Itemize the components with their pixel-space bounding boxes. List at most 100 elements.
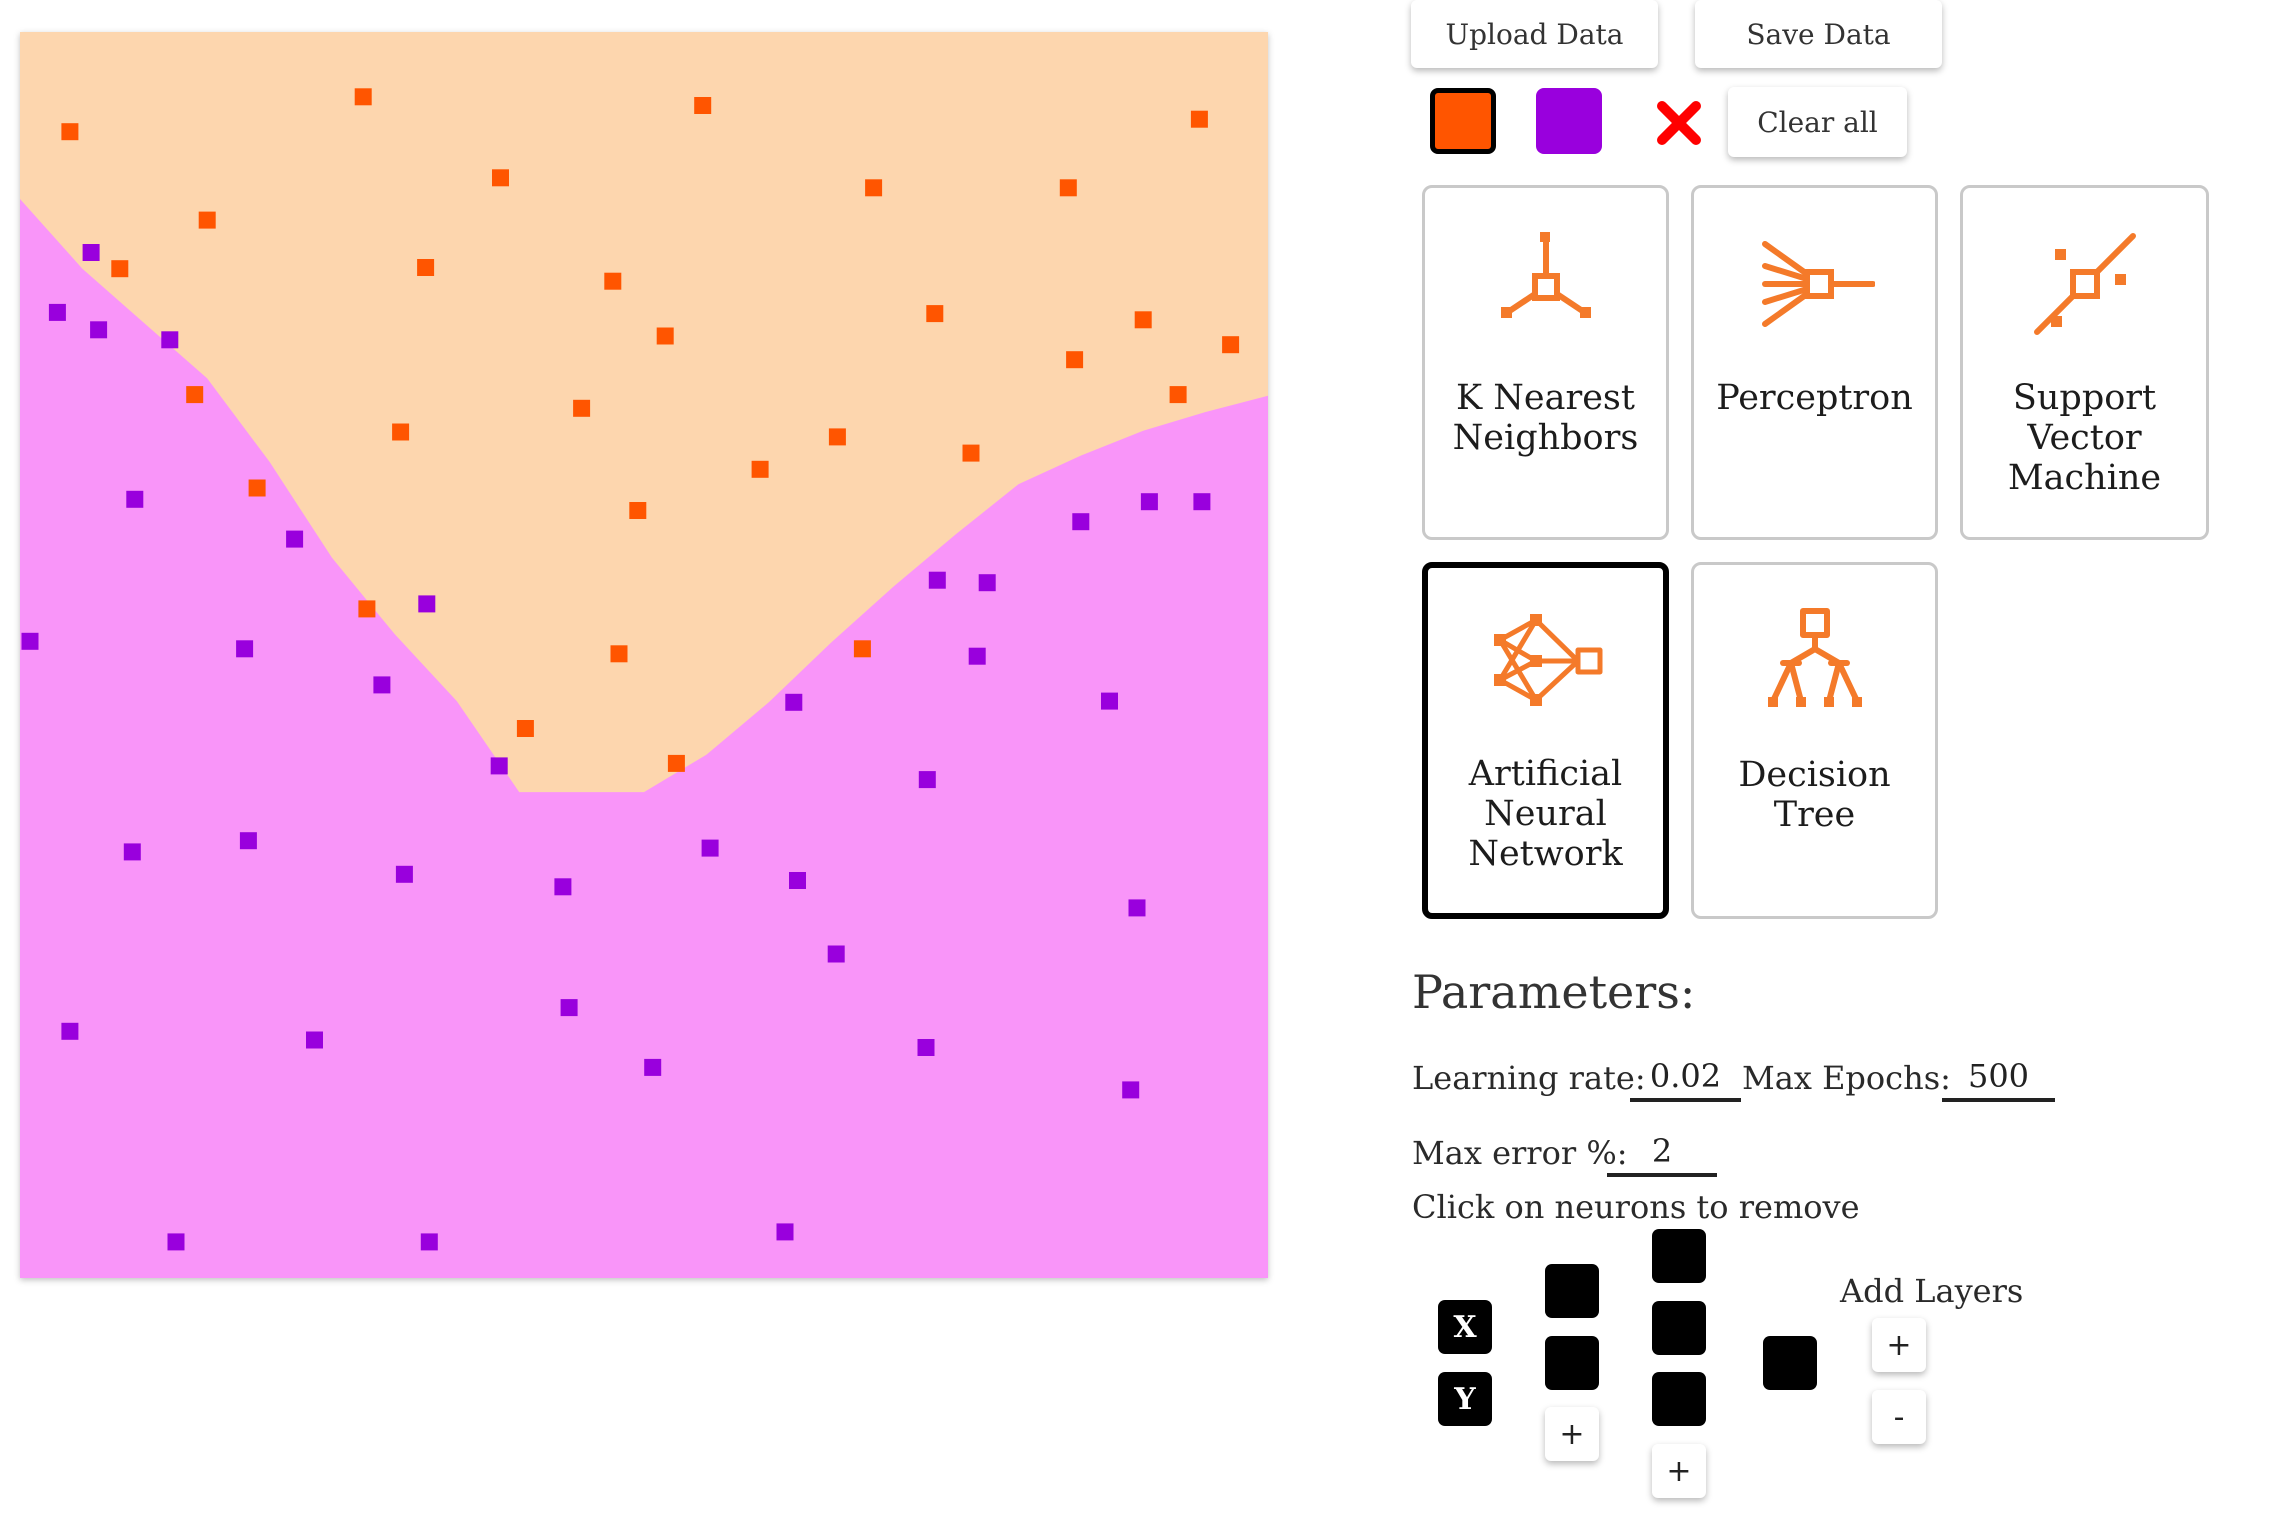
data-point-class-b[interactable] bbox=[560, 999, 578, 1017]
data-point-class-b[interactable] bbox=[978, 574, 996, 592]
data-point-class-b[interactable] bbox=[167, 1233, 185, 1251]
data-point-class-a[interactable] bbox=[853, 640, 871, 658]
clear-all-button[interactable]: Clear all bbox=[1728, 87, 1907, 157]
save-data-button[interactable]: Save Data bbox=[1695, 0, 1942, 68]
data-point-class-a[interactable] bbox=[629, 502, 647, 519]
class-a-swatch[interactable] bbox=[1430, 88, 1496, 154]
data-point-class-a[interactable] bbox=[1066, 351, 1084, 369]
hidden-neuron[interactable] bbox=[1652, 1301, 1706, 1355]
hidden-neuron[interactable] bbox=[1545, 1264, 1599, 1318]
model-card-knn[interactable]: K Nearest Neighbors bbox=[1422, 185, 1669, 540]
data-point-class-a[interactable] bbox=[516, 720, 534, 737]
add-neuron-button[interactable]: + bbox=[1652, 1444, 1706, 1498]
model-card-svm[interactable]: Support Vector Machine bbox=[1960, 185, 2209, 540]
data-point-class-a[interactable] bbox=[694, 97, 712, 114]
data-point-class-b[interactable] bbox=[126, 490, 144, 508]
max-error-input[interactable] bbox=[1607, 1129, 1717, 1177]
decision-region-canvas[interactable] bbox=[20, 32, 1268, 1278]
data-point-class-a[interactable] bbox=[1059, 179, 1077, 197]
learning-rate-input[interactable] bbox=[1630, 1054, 1741, 1102]
hidden-neuron[interactable] bbox=[1652, 1372, 1706, 1426]
data-point-class-b[interactable] bbox=[968, 647, 986, 665]
class-b-swatch[interactable] bbox=[1536, 88, 1602, 154]
data-point-class-b[interactable] bbox=[1128, 899, 1146, 917]
data-point-class-b[interactable] bbox=[1072, 513, 1090, 531]
data-point-class-b[interactable] bbox=[1122, 1081, 1140, 1099]
data-point-class-b[interactable] bbox=[785, 693, 803, 711]
data-point-class-a[interactable] bbox=[392, 423, 410, 441]
data-point-class-a[interactable] bbox=[667, 754, 685, 772]
decision-region-chart[interactable] bbox=[20, 32, 1268, 1278]
model-card-ann[interactable]: Artificial Neural Network bbox=[1422, 562, 1669, 919]
data-point-class-a[interactable] bbox=[354, 88, 372, 106]
perceptron-icon bbox=[1761, 241, 1875, 327]
data-point-class-b[interactable] bbox=[306, 1031, 323, 1049]
data-point-class-b[interactable] bbox=[418, 595, 436, 613]
data-point-class-b[interactable] bbox=[918, 771, 936, 789]
data-point-class-a[interactable] bbox=[61, 123, 79, 141]
add-neuron-button[interactable]: + bbox=[1545, 1407, 1599, 1461]
hidden-neuron[interactable] bbox=[1545, 1336, 1599, 1390]
data-point-class-a[interactable] bbox=[1169, 386, 1187, 404]
data-point-class-a[interactable] bbox=[1134, 311, 1152, 329]
data-point-class-b[interactable] bbox=[82, 244, 100, 261]
data-point-class-b[interactable] bbox=[123, 843, 141, 861]
data-point-class-a[interactable] bbox=[358, 600, 376, 618]
data-point-class-b[interactable] bbox=[1101, 692, 1118, 710]
data-point-class-b[interactable] bbox=[239, 832, 257, 850]
learning-rate-label: Learning rate: bbox=[1412, 1059, 1646, 1097]
data-point-class-b[interactable] bbox=[1193, 493, 1211, 511]
data-point-class-a[interactable] bbox=[828, 428, 846, 446]
data-point-class-b[interactable] bbox=[789, 872, 806, 889]
data-point-class-b[interactable] bbox=[420, 1233, 438, 1251]
data-point-class-a[interactable] bbox=[186, 386, 204, 404]
remove-layer-button[interactable]: - bbox=[1872, 1390, 1926, 1444]
data-point-class-a[interactable] bbox=[417, 259, 435, 276]
data-point-class-b[interactable] bbox=[1140, 493, 1158, 511]
data-point-class-b[interactable] bbox=[161, 331, 179, 349]
data-point-class-b[interactable] bbox=[776, 1223, 794, 1241]
data-point-class-a[interactable] bbox=[865, 179, 883, 197]
data-point-class-b[interactable] bbox=[701, 839, 719, 857]
eraser-x-icon[interactable] bbox=[1656, 100, 1702, 146]
data-point-class-b[interactable] bbox=[90, 321, 108, 339]
max-epochs-input[interactable] bbox=[1942, 1054, 2055, 1102]
model-card-perceptron[interactable]: Perceptron bbox=[1691, 185, 1938, 540]
data-point-class-b[interactable] bbox=[644, 1058, 662, 1076]
data-point-class-b[interactable] bbox=[48, 303, 66, 321]
model-card-decision-tree[interactable]: Decision Tree bbox=[1691, 562, 1938, 919]
data-point-class-b[interactable] bbox=[61, 1022, 79, 1040]
data-point-class-a[interactable] bbox=[198, 211, 216, 229]
data-point-class-a[interactable] bbox=[492, 169, 509, 187]
data-point-class-b[interactable] bbox=[373, 676, 391, 694]
hidden-neuron[interactable] bbox=[1652, 1229, 1706, 1283]
data-point-class-b[interactable] bbox=[286, 530, 304, 548]
data-point-class-a[interactable] bbox=[573, 399, 591, 417]
upload-data-button[interactable]: Upload Data bbox=[1411, 0, 1658, 68]
data-point-class-b[interactable] bbox=[21, 632, 39, 650]
data-point-class-b[interactable] bbox=[554, 878, 572, 896]
input-neuron-y[interactable]: Y bbox=[1438, 1372, 1492, 1426]
data-point-class-b[interactable] bbox=[490, 757, 508, 775]
data-point-class-a[interactable] bbox=[610, 645, 628, 663]
data-point-class-a[interactable] bbox=[1222, 336, 1240, 354]
model-card-label: K Nearest Neighbors bbox=[1452, 378, 1639, 458]
data-point-class-b[interactable] bbox=[395, 865, 413, 883]
data-point-class-a[interactable] bbox=[751, 460, 769, 478]
data-point-class-a[interactable] bbox=[1190, 110, 1208, 128]
data-point-class-a[interactable] bbox=[111, 260, 129, 278]
data-point-class-b[interactable] bbox=[928, 571, 946, 589]
data-point-class-b[interactable] bbox=[917, 1039, 935, 1056]
data-point-class-a[interactable] bbox=[248, 479, 266, 497]
output-neuron[interactable] bbox=[1763, 1336, 1817, 1390]
data-point-class-a[interactable] bbox=[926, 305, 944, 323]
input-neuron-x[interactable]: X bbox=[1438, 1300, 1492, 1354]
data-point-class-b[interactable] bbox=[827, 945, 845, 963]
model-card-label: Artificial Neural Network bbox=[1468, 754, 1623, 874]
data-point-class-a[interactable] bbox=[962, 444, 980, 462]
data-point-class-b[interactable] bbox=[236, 640, 254, 658]
data-point-class-a[interactable] bbox=[604, 272, 622, 290]
add-layer-button[interactable]: + bbox=[1872, 1318, 1926, 1372]
data-point-class-a[interactable] bbox=[656, 327, 674, 345]
ann-icon bbox=[1493, 614, 1602, 706]
